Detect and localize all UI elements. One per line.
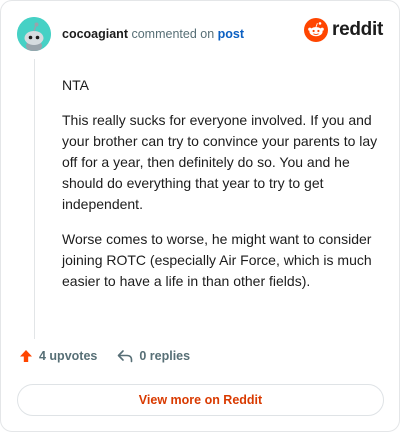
comment-paragraph: Worse comes to worse, he might want to c… [62, 231, 372, 289]
comment-body: NTA This really sucks for everyone invol… [62, 75, 382, 306]
upvote-button[interactable]: 4 upvotes [19, 349, 97, 363]
snoo-avatar-icon [17, 17, 51, 51]
reddit-logo[interactable]: reddit [304, 18, 383, 42]
view-more-button[interactable]: View more on Reddit [17, 384, 384, 416]
post-link[interactable]: post [218, 27, 244, 41]
reply-arrow-icon [118, 350, 133, 363]
reply-count: 0 replies [139, 349, 191, 363]
username[interactable]: cocoagiant [62, 27, 128, 41]
comment-embed-card: cocoagiant commented on post reddit NTA … [0, 0, 400, 432]
reddit-wordmark: reddit [332, 19, 383, 40]
commented-on-text: commented on [131, 27, 215, 41]
comment-paragraph: NTA [62, 77, 89, 93]
reply-button[interactable]: 0 replies [117, 349, 190, 363]
comment-paragraph: This really sucks for everyone involved.… [62, 112, 378, 212]
avatar[interactable] [17, 17, 51, 51]
upvote-arrow-icon [20, 350, 32, 362]
thread-line [34, 59, 35, 339]
comment-actions: 4 upvotes 0 replies [19, 349, 190, 363]
upvote-count: 4 upvotes [39, 349, 98, 363]
comment-header: cocoagiant commented on post [62, 27, 244, 41]
reddit-snoo-icon [304, 18, 329, 42]
